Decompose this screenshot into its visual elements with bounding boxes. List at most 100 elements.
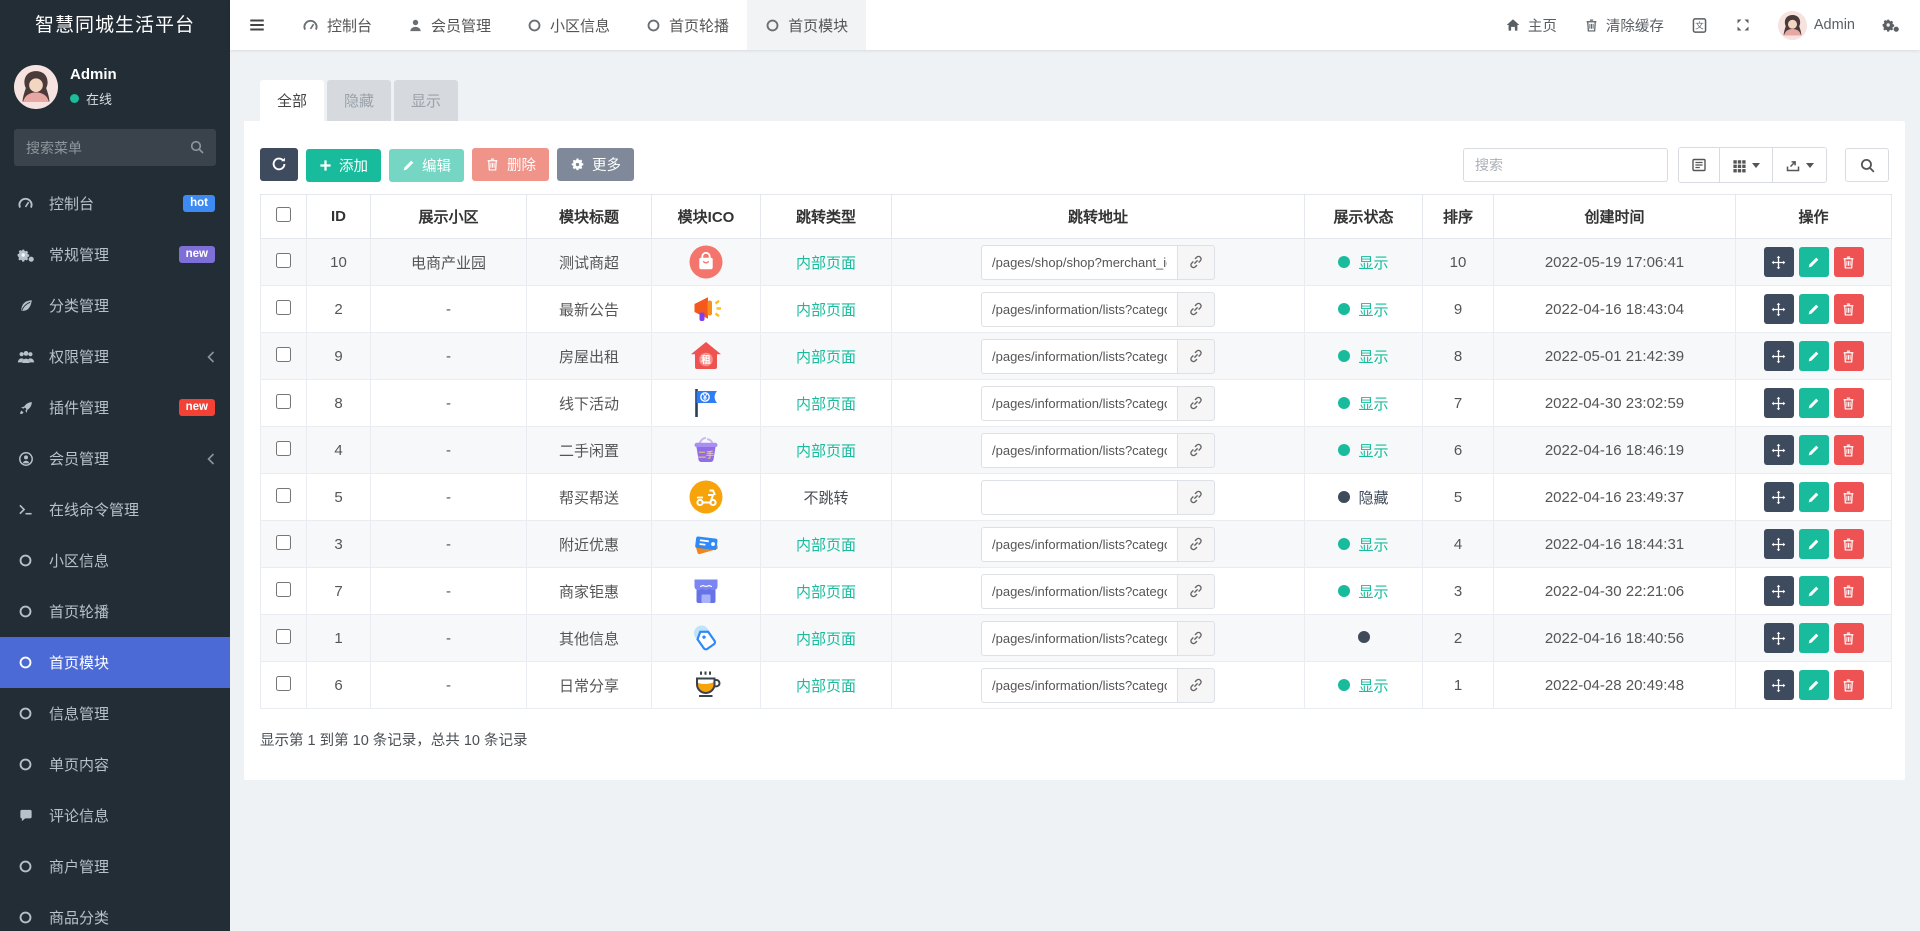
url-input[interactable] <box>981 667 1177 703</box>
filter-tab-隐藏[interactable]: 隐藏 <box>327 80 392 121</box>
link-icon[interactable] <box>1177 385 1215 421</box>
url-input[interactable] <box>981 338 1177 374</box>
drag-button[interactable] <box>1763 435 1794 465</box>
url-input[interactable] <box>981 385 1177 421</box>
edit-button[interactable]: 编辑 <box>389 149 464 183</box>
search-button[interactable] <box>1845 148 1889 182</box>
topbar-home[interactable]: 主页 <box>1505 15 1557 36</box>
export-button[interactable] <box>1772 148 1826 182</box>
delete-button[interactable] <box>1833 435 1864 465</box>
drag-button[interactable] <box>1763 247 1794 277</box>
link-icon[interactable] <box>1177 432 1215 468</box>
delete-button[interactable] <box>1833 576 1864 606</box>
select-all-checkbox[interactable] <box>276 207 291 222</box>
url-input[interactable] <box>981 244 1177 280</box>
tab-console[interactable]: 控制台 <box>284 0 390 50</box>
edit-button[interactable] <box>1798 670 1829 700</box>
delete-button[interactable] <box>1833 482 1864 512</box>
url-input[interactable] <box>981 432 1177 468</box>
delete-button[interactable] <box>1833 623 1864 653</box>
tab-home-carousel[interactable]: 首页轮播 <box>628 0 747 50</box>
drag-button[interactable] <box>1763 482 1794 512</box>
table-search-input[interactable] <box>1463 148 1668 182</box>
edit-button[interactable] <box>1798 435 1829 465</box>
status-badge[interactable]: 显示 <box>1338 252 1389 273</box>
status-badge[interactable]: 显示 <box>1338 581 1389 602</box>
link-icon[interactable] <box>1177 526 1215 562</box>
link-icon[interactable] <box>1177 667 1215 703</box>
sidebar-item-goods-category[interactable]: 商品分类 <box>0 892 230 931</box>
sidebar-item-home-modules[interactable]: 首页模块 <box>0 637 230 688</box>
status-badge[interactable]: 显示 <box>1338 393 1389 414</box>
row-checkbox[interactable] <box>276 534 291 550</box>
sidebar-item-community-info[interactable]: 小区信息 <box>0 535 230 586</box>
sidebar-item-category[interactable]: 分类管理 <box>0 280 230 331</box>
delete-button[interactable] <box>1833 247 1864 277</box>
add-button[interactable]: 添加 <box>306 149 381 183</box>
edit-button[interactable] <box>1798 529 1829 559</box>
detail-view-button[interactable] <box>1679 148 1719 182</box>
tab-home-modules[interactable]: 首页模块 <box>747 0 867 50</box>
row-checkbox[interactable] <box>276 675 291 691</box>
edit-button[interactable] <box>1798 482 1829 512</box>
edit-button[interactable] <box>1798 247 1829 277</box>
columns-toggle-button[interactable] <box>1719 148 1772 182</box>
sidebar-item-home-carousel[interactable]: 首页轮播 <box>0 586 230 637</box>
status-badge[interactable]: 显示 <box>1338 534 1389 555</box>
url-input[interactable] <box>981 620 1177 656</box>
sidebar-item-merchants[interactable]: 商户管理 <box>0 841 230 892</box>
refresh-button[interactable] <box>260 147 298 181</box>
drag-button[interactable] <box>1763 670 1794 700</box>
drag-button[interactable] <box>1763 388 1794 418</box>
drag-button[interactable] <box>1763 529 1794 559</box>
status-badge[interactable]: 显示 <box>1338 346 1389 367</box>
filter-tab-全部[interactable]: 全部 <box>260 80 325 121</box>
url-input[interactable] <box>981 573 1177 609</box>
topbar-language[interactable]: 文 <box>1691 17 1708 34</box>
link-icon[interactable] <box>1177 291 1215 327</box>
row-checkbox[interactable] <box>276 252 291 268</box>
delete-button[interactable] <box>1833 670 1864 700</box>
sidebar-item-addons[interactable]: 插件管理 new <box>0 382 230 433</box>
drag-button[interactable] <box>1763 341 1794 371</box>
row-checkbox[interactable] <box>276 487 291 503</box>
drag-button[interactable] <box>1763 294 1794 324</box>
filter-tab-显示[interactable]: 显示 <box>394 80 459 121</box>
link-icon[interactable] <box>1177 244 1215 280</box>
status-badge[interactable]: 显示 <box>1338 675 1389 696</box>
sidebar-item-comments[interactable]: 评论信息 <box>0 790 230 841</box>
link-icon[interactable] <box>1177 338 1215 374</box>
topbar-admin-user[interactable]: Admin <box>1777 10 1855 40</box>
delete-button[interactable] <box>1833 341 1864 371</box>
row-checkbox[interactable] <box>276 299 291 315</box>
row-checkbox[interactable] <box>276 346 291 362</box>
row-checkbox[interactable] <box>276 393 291 409</box>
row-checkbox[interactable] <box>276 581 291 597</box>
link-icon[interactable] <box>1177 479 1215 515</box>
edit-button[interactable] <box>1798 623 1829 653</box>
link-icon[interactable] <box>1177 573 1215 609</box>
sidebar-search-input[interactable] <box>14 129 216 166</box>
delete-button[interactable]: 删除 <box>472 148 549 182</box>
drag-button[interactable] <box>1763 576 1794 606</box>
sidebar-item-auth[interactable]: 权限管理 <box>0 331 230 382</box>
delete-button[interactable] <box>1833 388 1864 418</box>
sidebar-item-single-page[interactable]: 单页内容 <box>0 739 230 790</box>
row-checkbox[interactable] <box>276 628 291 644</box>
url-input[interactable] <box>981 526 1177 562</box>
edit-button[interactable] <box>1798 576 1829 606</box>
sidebar-item-online-command[interactable]: 在线命令管理 <box>0 484 230 535</box>
status-badge[interactable]: 显示 <box>1338 299 1389 320</box>
sidebar-item-console[interactable]: 控制台 hot <box>0 178 230 229</box>
sidebar-item-members[interactable]: 会员管理 <box>0 433 230 484</box>
delete-button[interactable] <box>1833 529 1864 559</box>
edit-button[interactable] <box>1798 388 1829 418</box>
topbar-fullscreen[interactable] <box>1735 17 1751 33</box>
sidebar-item-info-manage[interactable]: 信息管理 <box>0 688 230 739</box>
edit-button[interactable] <box>1798 341 1829 371</box>
status-badge[interactable]: 隐藏 <box>1338 487 1389 508</box>
status-badge[interactable]: 显示 <box>1338 440 1389 461</box>
topbar-clear-cache[interactable]: 清除缓存 <box>1584 15 1664 36</box>
row-checkbox[interactable] <box>276 440 291 456</box>
link-icon[interactable] <box>1177 620 1215 656</box>
